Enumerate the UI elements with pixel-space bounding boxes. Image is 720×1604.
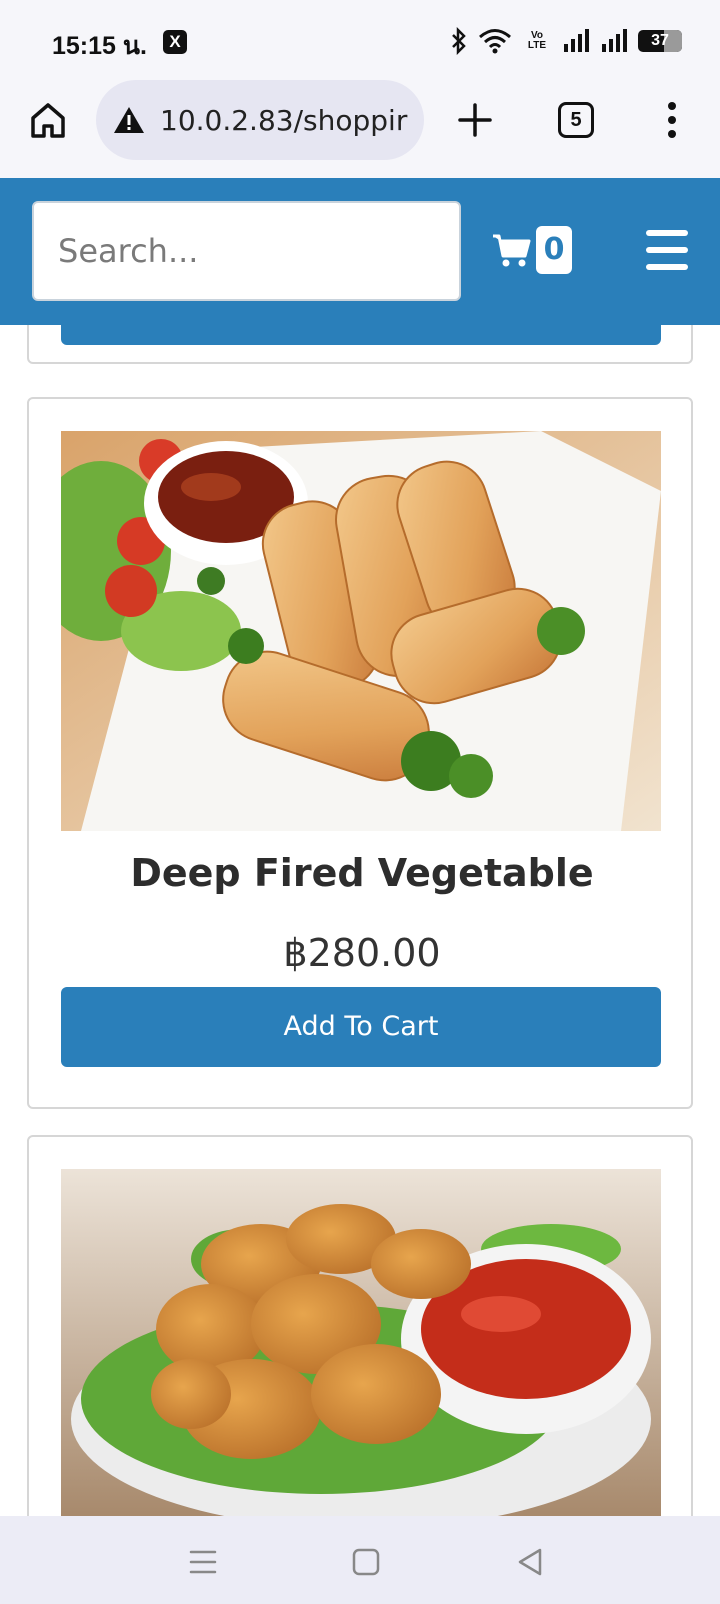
add-to-cart-button[interactable]: Add To Cart	[61, 987, 661, 1067]
battery-icon: 37	[638, 30, 682, 52]
home-nav-icon[interactable]	[346, 1542, 386, 1582]
product-card	[27, 1135, 693, 1516]
cart-count-badge[interactable]: 0	[536, 226, 572, 274]
home-icon[interactable]	[28, 100, 68, 140]
new-tab-icon[interactable]	[455, 100, 495, 140]
url-text[interactable]: 10.0.2.83/shoppir	[160, 104, 410, 137]
site-header: 0	[0, 178, 720, 325]
recent-apps-icon[interactable]	[183, 1542, 223, 1582]
status-time: 15:15 น.	[52, 32, 147, 60]
wifi-icon	[479, 29, 511, 54]
battery-level: 37	[651, 32, 669, 49]
product-title: Deep Fired Vegetable	[130, 851, 594, 895]
add-to-cart-button[interactable]	[61, 325, 661, 345]
signal-icon	[564, 29, 589, 52]
warning-icon[interactable]	[112, 105, 146, 135]
status-bar: 15:15 น. X Vo LTE 37	[0, 0, 720, 80]
tab-switcher-button[interactable]: 5	[558, 102, 594, 138]
shopping-cart-icon[interactable]	[492, 230, 532, 270]
more-menu-icon[interactable]	[660, 98, 684, 142]
bluetooth-icon	[452, 27, 466, 55]
status-icons: Vo LTE 37	[450, 26, 682, 56]
system-nav-bar	[0, 1516, 720, 1604]
product-image[interactable]	[61, 1169, 661, 1516]
cart-button[interactable]: 0	[492, 224, 576, 276]
product-price: ฿280.00	[283, 931, 441, 975]
hamburger-menu-icon[interactable]	[646, 230, 688, 270]
product-card	[27, 325, 693, 364]
volte-icon: Vo LTE	[527, 30, 547, 51]
back-icon[interactable]	[510, 1542, 550, 1582]
search-input[interactable]	[32, 201, 461, 301]
product-list: Deep Fired Vegetable ฿280.00 Add To Cart	[0, 325, 720, 1516]
browser-toolbar: 10.0.2.83/shoppir 5	[0, 80, 720, 178]
product-image[interactable]	[61, 431, 661, 831]
address-bar[interactable]: 10.0.2.83/shoppir	[96, 80, 424, 160]
product-card: Deep Fired Vegetable ฿280.00 Add To Cart	[27, 397, 693, 1109]
x-app-icon: X	[163, 30, 187, 54]
signal-icon	[602, 29, 627, 52]
